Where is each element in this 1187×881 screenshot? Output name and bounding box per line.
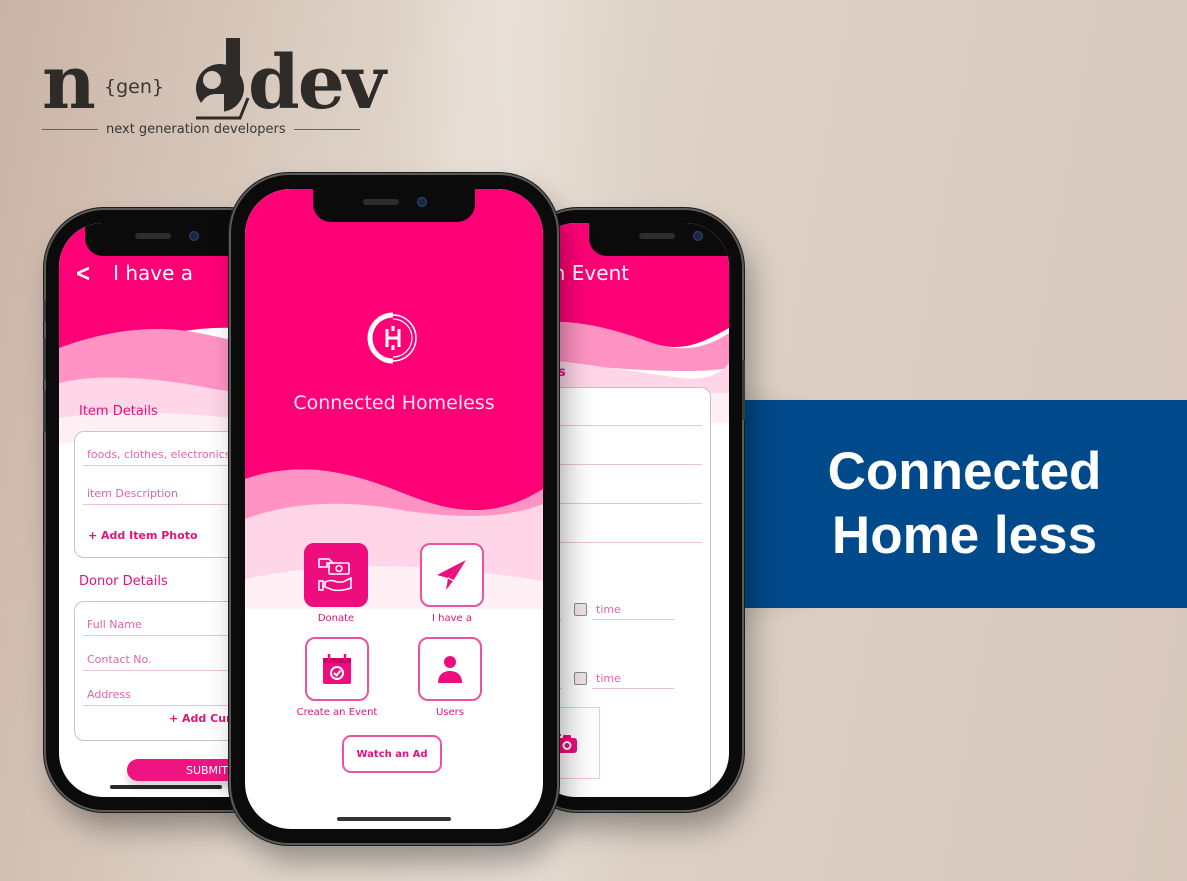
screen-create-event: te an Event s ption rts /yy time ls /yy …	[532, 223, 729, 797]
banner-line-1: Connected	[827, 442, 1102, 501]
users-label: Users	[435, 707, 464, 718]
notch-speaker	[638, 233, 675, 239]
phone-notch	[85, 223, 247, 256]
title-banner: Connected Home less	[742, 400, 1187, 608]
screen-title: I have a	[113, 261, 194, 285]
donor-details-title: Donor Details	[79, 574, 168, 589]
event-name-input-line[interactable]	[532, 425, 702, 426]
connected-homeless-logo-icon	[367, 312, 417, 364]
donate-label: Donate	[317, 613, 355, 624]
event-field-3-line[interactable]	[532, 503, 702, 504]
add-item-photo-link[interactable]: + Add Item Photo	[88, 529, 198, 542]
logo-dev-text: dev	[248, 40, 386, 126]
add-current-location-link[interactable]: + Add Curr	[169, 712, 237, 725]
home-indicator	[337, 817, 451, 821]
banner-line-2: Home less	[831, 506, 1098, 565]
notch-speaker	[363, 199, 399, 205]
section-title-fragment: s	[558, 365, 566, 380]
tagline-rule-right	[293, 129, 360, 130]
notch-camera	[189, 231, 199, 241]
phone-mute-switch	[43, 300, 46, 322]
logo-tagline: next generation developers	[42, 122, 360, 137]
notch-camera	[417, 197, 427, 207]
phone-notch	[588, 223, 729, 256]
ngendev-logo: n {gen} dev next generation developers	[42, 36, 386, 146]
donate-button[interactable]	[304, 543, 368, 607]
home-indicator	[110, 785, 222, 789]
tagline-text: next generation developers	[106, 122, 286, 137]
chevron-left-icon[interactable]: <	[75, 259, 91, 287]
notch-camera	[692, 231, 703, 241]
event-field-4-line[interactable]	[532, 542, 702, 543]
i-have-a-button[interactable]	[420, 543, 484, 607]
end-time-line	[592, 688, 674, 689]
watch-ad-button[interactable]: Watch an Ad	[342, 735, 442, 773]
donate-hand-money-icon	[318, 558, 352, 592]
calendar-check-icon	[323, 654, 351, 684]
create-event-button[interactable]	[305, 637, 369, 701]
app-name: Connected Homeless	[293, 392, 495, 414]
phone-volume-up	[43, 338, 46, 380]
paper-plane-icon	[437, 560, 466, 590]
event-description-line	[532, 464, 702, 465]
phone-volume-down	[43, 390, 46, 432]
logo-gen-text: {gen}	[104, 76, 164, 98]
person-with-laptop-icon	[196, 38, 250, 120]
phone-notch	[313, 189, 475, 222]
start-time-line	[592, 619, 674, 620]
screen-home: Connected Homeless Donate I have a Creat…	[245, 189, 543, 829]
logo-letter-n: n	[42, 40, 96, 126]
end-time-input[interactable]: time	[596, 672, 621, 685]
phone-home: Connected Homeless Donate I have a Creat…	[231, 175, 557, 843]
start-time-input[interactable]: time	[596, 603, 621, 616]
item-details-title: Item Details	[79, 404, 158, 419]
tagline-rule-left	[42, 129, 98, 130]
notch-speaker	[135, 233, 171, 239]
i-have-a-label: I have a	[432, 613, 472, 624]
calendar-icon[interactable]	[574, 603, 587, 616]
calendar-icon[interactable]	[574, 672, 587, 685]
phone-power-button	[742, 360, 745, 420]
user-icon	[438, 656, 462, 683]
users-button[interactable]	[418, 637, 482, 701]
create-event-label: Create an Event	[296, 707, 378, 718]
screen-header: < I have a	[73, 259, 193, 287]
